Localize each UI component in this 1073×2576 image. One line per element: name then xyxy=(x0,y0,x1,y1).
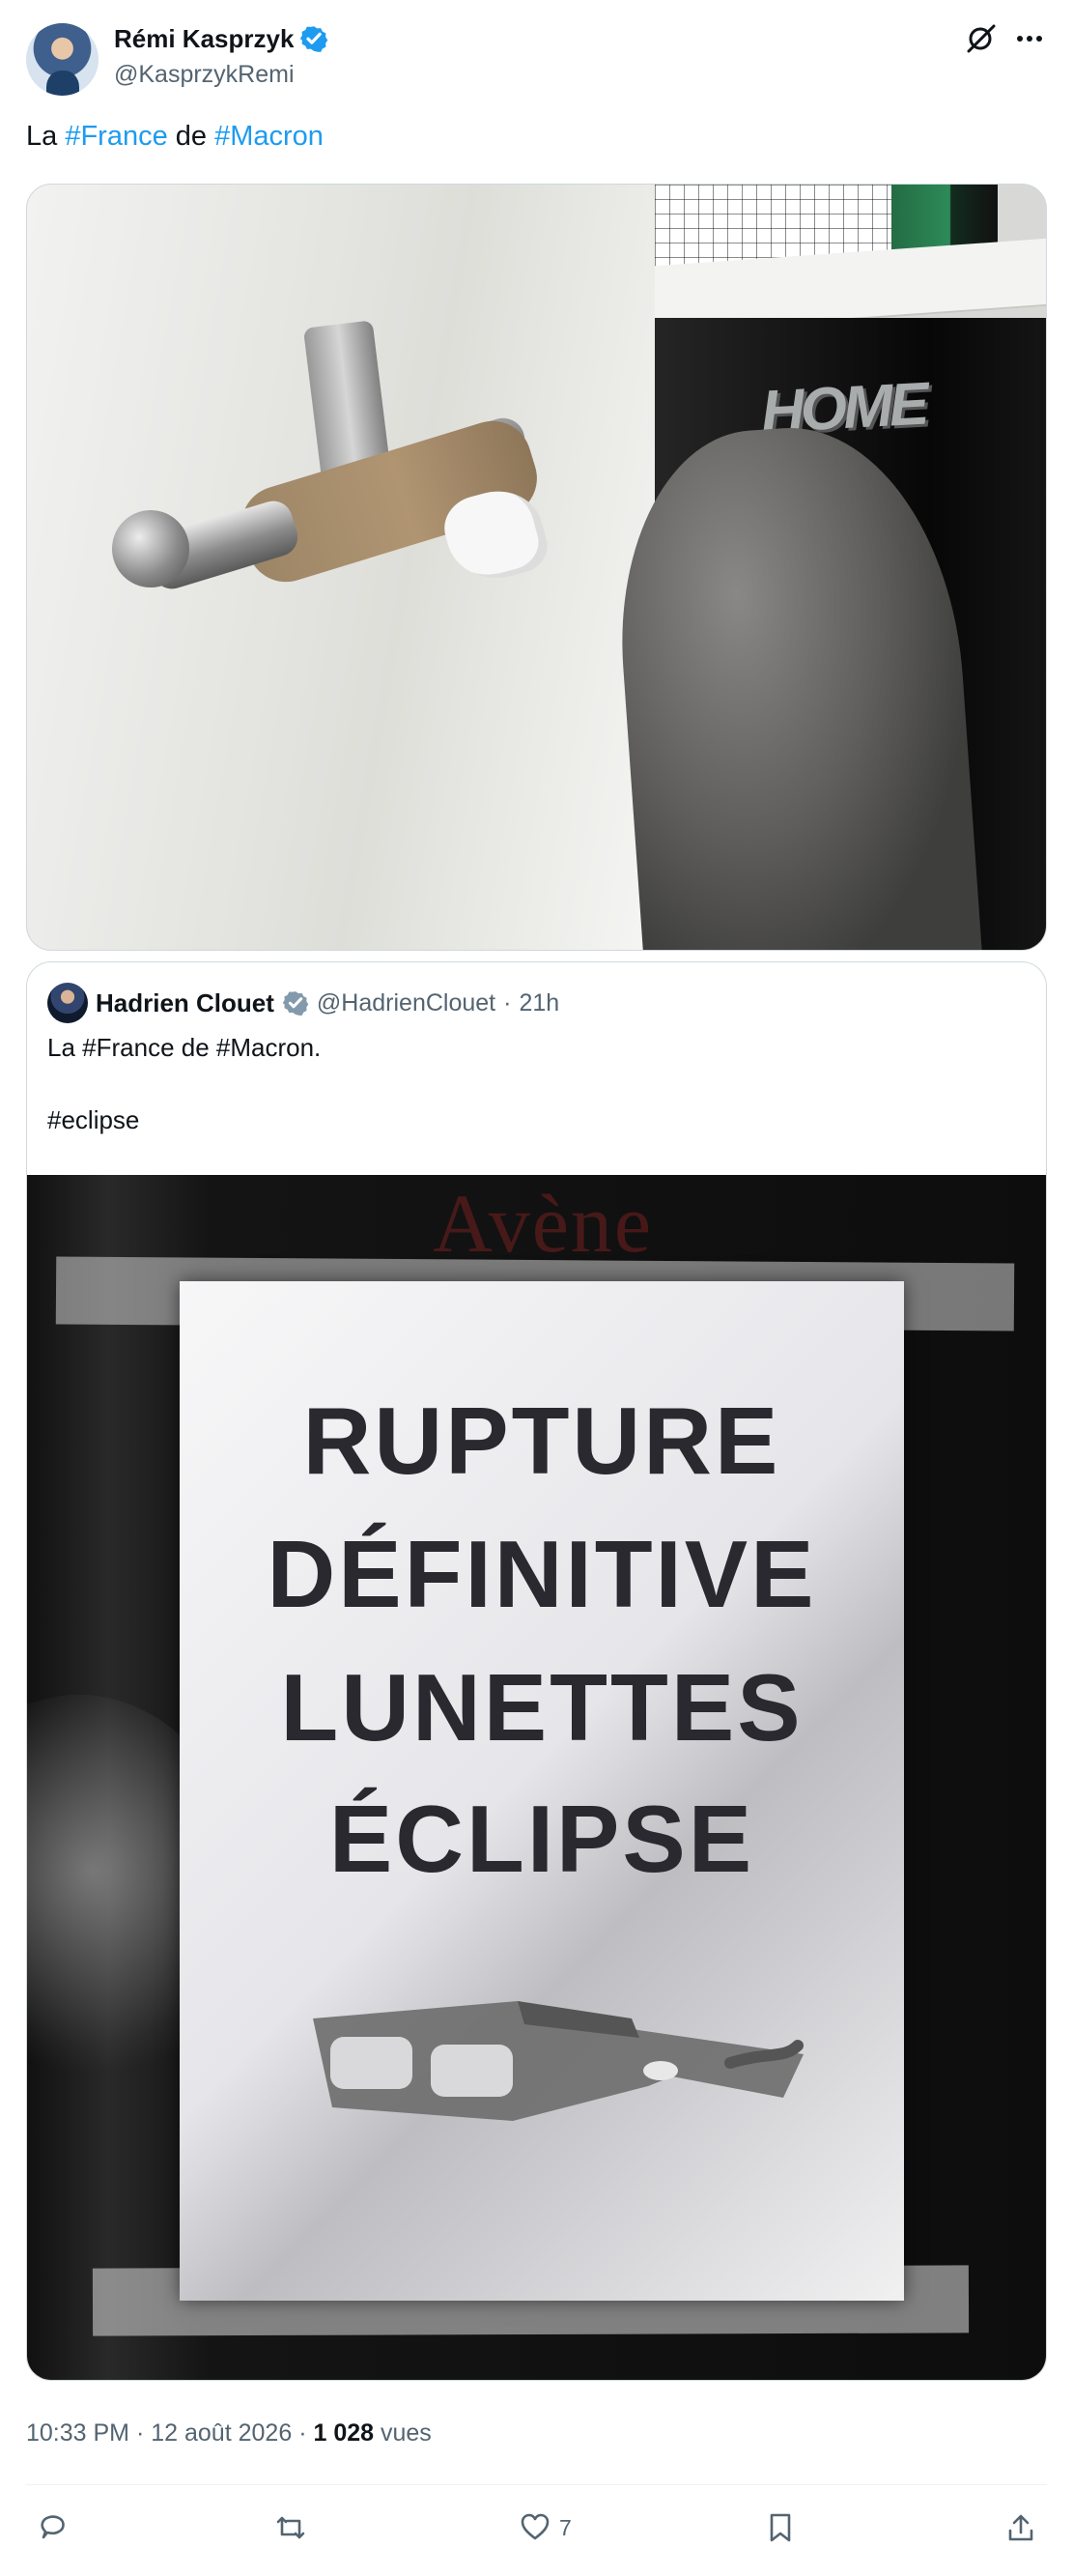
like-count: 7 xyxy=(559,2514,572,2540)
tweet-text: La #France de #Macron xyxy=(26,118,324,155)
bookmark-button[interactable] xyxy=(764,2499,797,2557)
sign-line-definitive: DÉFINITIVE xyxy=(267,1521,817,1627)
quoted-photo-eclipse-sign[interactable]: Avène RUPTURE DÉFINITIVE LUNETTES ÉCLIPS… xyxy=(27,1175,1046,2380)
quoted-author-avatar[interactable] xyxy=(47,983,88,1023)
sign-line-eclipse: ÉCLIPSE xyxy=(328,1786,755,1892)
tweet-metadata: 10:33 PM · 12 août 2026 · 1 028 vues xyxy=(26,2416,432,2450)
reply-button[interactable] xyxy=(36,2499,69,2557)
quoted-author-handle[interactable]: @HadrienClouet xyxy=(317,989,495,1017)
tweet-date[interactable]: 12 août 2026 xyxy=(151,2419,292,2447)
share-button[interactable] xyxy=(1004,2499,1037,2557)
sign-line-lunettes: LUNETTES xyxy=(280,1654,804,1760)
tweet-time[interactable]: 10:33 PM xyxy=(26,2419,129,2447)
bookmark-icon xyxy=(770,2513,791,2542)
author-display-name[interactable]: Rémi Kasprzyk xyxy=(114,23,294,54)
repost-button[interactable] xyxy=(274,2499,307,2557)
reply-icon xyxy=(41,2515,65,2539)
tweet-text-middle: de xyxy=(167,121,215,152)
author-handle[interactable]: @KasprzykRemi xyxy=(114,59,295,90)
grok-icon[interactable] xyxy=(964,21,999,56)
author-name-row[interactable]: Rémi Kasprzyk xyxy=(114,23,328,54)
repost-icon xyxy=(276,2516,305,2539)
tweet-photo-toilet-roll[interactable]: HOME xyxy=(26,184,1047,951)
meta-separator-2: · xyxy=(298,2419,314,2447)
toilet-roll-rod-end xyxy=(112,510,189,587)
sign-line-rupture: RUPTURE xyxy=(302,1388,781,1494)
gray-verified-badge-icon xyxy=(282,991,309,1016)
quoted-text-line-2: #eclipse xyxy=(47,1105,140,1134)
quoted-text-line-1: La #France de #Macron. xyxy=(47,1033,322,1062)
quoted-author-name[interactable]: Hadrien Clouet xyxy=(96,988,274,1018)
hashtag-macron-link[interactable]: #Macron xyxy=(214,121,324,152)
verified-badge-icon xyxy=(300,26,328,52)
like-button[interactable]: 7 xyxy=(519,2499,572,2557)
meta-separator-1: · xyxy=(135,2419,152,2447)
heart-icon xyxy=(521,2513,550,2540)
author-avatar[interactable] xyxy=(26,23,99,96)
quoted-time[interactable]: 21h xyxy=(519,989,559,1017)
share-icon xyxy=(1008,2514,1033,2541)
sign-paper: RUPTURE DÉFINITIVE LUNETTES ÉCLIPSE xyxy=(180,1281,904,2301)
more-options-icon[interactable] xyxy=(1012,21,1047,56)
hashtag-france-link[interactable]: #France xyxy=(65,121,167,152)
view-count: 1 028 xyxy=(313,2419,375,2447)
actions-divider xyxy=(26,2484,1047,2485)
tweet-header: Rémi Kasprzyk @KasprzykRemi xyxy=(26,19,1047,99)
view-label: vues xyxy=(380,2419,432,2447)
tweet-actions: 7 xyxy=(26,2499,1047,2557)
quoted-tweet-header: Hadrien Clouet @HadrienClouet · 21h xyxy=(47,982,559,1024)
tweet-text-prefix: La xyxy=(26,121,66,152)
pharmacy-reflection-text: Avène xyxy=(433,1177,654,1270)
quoted-separator: · xyxy=(503,988,512,1016)
eclipse-glasses-image xyxy=(313,2001,804,2121)
quoted-tweet[interactable]: Hadrien Clouet @HadrienClouet · 21h La #… xyxy=(26,961,1047,2381)
